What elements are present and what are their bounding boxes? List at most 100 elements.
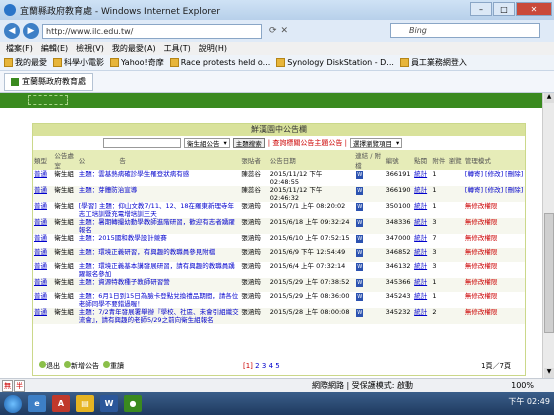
search-button[interactable]: 主題搜索	[232, 138, 265, 148]
menu-help[interactable]: 說明(H)	[199, 43, 227, 54]
minimize-button[interactable]: –	[470, 2, 492, 16]
row-type[interactable]: 普通	[33, 202, 53, 218]
ime-indicator[interactable]: 無半	[2, 380, 25, 392]
search-input[interactable]: Bing	[390, 23, 540, 38]
row-type[interactable]: 普通	[33, 278, 54, 292]
page-link[interactable]: 5	[275, 362, 279, 370]
row-type[interactable]: 普通	[33, 186, 54, 202]
row-attachments[interactable]: W	[354, 170, 384, 186]
row-attachments[interactable]: W	[354, 278, 385, 292]
scroll-thumb[interactable]	[544, 213, 554, 333]
query-links[interactable]: | 查詢標關公告主題公告 |	[268, 138, 347, 148]
page-link[interactable]: 4	[269, 362, 273, 370]
menu-favorites[interactable]: 我的最愛(A)	[112, 43, 156, 54]
row-subject[interactable]: 主題：暑期轉撮幼動學教師進階研習，歡迎有志者踴躍報名	[77, 218, 241, 234]
row-stat[interactable]: 統計	[413, 248, 432, 262]
row-type[interactable]: 普通	[33, 292, 53, 308]
zoom-level[interactable]: 100%	[511, 381, 534, 390]
row-mgmt[interactable]: 無修改權限	[463, 248, 525, 262]
row-subject[interactable]: 主題：7/2青年發展署舉辦『學校、社區、未會引組織交流會』，請有興趣的老師5/2…	[77, 308, 241, 324]
tab-active[interactable]: 宜蘭縣政府教育處	[4, 72, 93, 91]
row-type[interactable]: 普通	[33, 218, 54, 234]
row-mgmt[interactable]: 無修改權限	[463, 218, 525, 234]
row-date: 2015/7/1 上午 08:20:02	[269, 202, 346, 210]
back-button[interactable]: ◀	[4, 23, 20, 39]
row-mgmt[interactable]: [轉寄] [修改] [刪除]	[463, 186, 525, 202]
row-type[interactable]: 普通	[33, 170, 53, 186]
row-stat[interactable]: 統計	[413, 262, 431, 278]
menu-view[interactable]: 檢視(V)	[76, 43, 104, 54]
row-type[interactable]: 普通	[33, 248, 54, 262]
new-post-link[interactable]: 新增公告	[64, 361, 99, 371]
row-type[interactable]: 普通	[33, 308, 54, 324]
row-subject[interactable]: 主題：環境正義基本講發展研習，請有興趣的教職員踴躍報名參加	[78, 262, 241, 278]
fav-item[interactable]: 科學小電影	[53, 57, 104, 68]
forward-button[interactable]: ▶	[23, 23, 39, 39]
row-stat[interactable]: 統計	[413, 202, 431, 218]
row-subject[interactable]: 主題：資源特教種子教師研習營	[77, 278, 241, 292]
row-attachments[interactable]: W	[354, 218, 385, 234]
acrobat-taskbar-icon[interactable]: A	[52, 395, 70, 412]
ie-taskbar-icon[interactable]: e	[28, 395, 46, 412]
exit-link[interactable]: 退出	[39, 361, 60, 371]
row-stat[interactable]: 統計	[413, 218, 432, 234]
row-attachments[interactable]: W	[354, 308, 385, 324]
row-stat[interactable]: 統計	[413, 292, 431, 308]
word-taskbar-icon[interactable]: W	[100, 395, 118, 412]
row-subject[interactable]: 主題：2015國和教學設計競賽	[78, 234, 241, 248]
page-link[interactable]: [1]	[243, 362, 253, 370]
page-link[interactable]: 3	[262, 362, 266, 370]
row-subject[interactable]: [學習] 主題：仰山文教7/11、12、18在羅東新理寺年志工培訓暨充電增培訓三…	[78, 202, 241, 218]
row-mgmt[interactable]: [轉寄] [修改] [刪除]	[464, 170, 525, 186]
row-mgmt[interactable]: 無修改權限	[463, 278, 525, 292]
clock[interactable]: 下午 02:49	[508, 396, 550, 407]
row-stat[interactable]: 統計	[413, 278, 432, 292]
scroll-down-button[interactable]: ▼	[544, 368, 554, 378]
row-mgmt[interactable]: 無修改權限	[464, 262, 525, 278]
row-attachments[interactable]: W	[354, 234, 384, 248]
row-date: 2015/6/4 上午 07:32:14	[269, 262, 346, 270]
row-attachments[interactable]: W	[354, 292, 384, 308]
row-subject[interactable]: 主題：芽體防治宣導	[77, 186, 241, 202]
row-type[interactable]: 普通	[33, 262, 53, 278]
fav-item[interactable]: Race protests held o...	[169, 58, 270, 67]
row-mgmt[interactable]: 無修改權限	[464, 292, 525, 308]
row-attachments[interactable]: W	[354, 248, 385, 262]
fav-item[interactable]: Yahoo!奇摩	[110, 57, 164, 68]
row-subject[interactable]: 主題：6月1日到15日為臉卡登點兌換禮品期間，請各位老師同學不要錯過喔！	[78, 292, 241, 308]
page-link[interactable]: 2	[255, 362, 259, 370]
browse-select[interactable]: 選擇瀏覽項目 ▾	[349, 138, 403, 148]
menu-tools[interactable]: 工具(T)	[164, 43, 191, 54]
row-attachments[interactable]: W	[354, 186, 385, 202]
row-attachments[interactable]: W	[354, 262, 384, 278]
row-type[interactable]: 普通	[33, 234, 53, 248]
row-mgmt[interactable]: 無修改權限	[464, 202, 525, 218]
office-select[interactable]: 衛生組公告 ▾	[184, 138, 230, 148]
row-stat[interactable]: 統計	[413, 234, 431, 248]
row-stat[interactable]: 統計	[413, 308, 432, 324]
close-button[interactable]: ✕	[516, 2, 552, 16]
scrollbar[interactable]: ▲ ▼	[542, 93, 554, 378]
menu-edit[interactable]: 編輯(E)	[41, 43, 68, 54]
row-stat[interactable]: 統計	[413, 186, 432, 202]
refresh-icon[interactable]: ⟳	[269, 26, 277, 36]
fav-item[interactable]: Synology DiskStation - D...	[276, 58, 394, 67]
menu-file[interactable]: 檔案(F)	[6, 43, 33, 54]
row-attachments[interactable]: W	[354, 202, 384, 218]
reload-link[interactable]: 重讀	[103, 361, 124, 371]
keyword-input[interactable]	[103, 138, 181, 148]
url-input[interactable]: http://www.ilc.edu.tw/	[42, 23, 262, 39]
row-mgmt[interactable]: 無修改權限	[464, 234, 525, 248]
maximize-button[interactable]: □	[493, 2, 515, 16]
row-mgmt[interactable]: 無修改權限	[463, 308, 525, 324]
row-subject[interactable]: 主題：環境正義研習，有興趣的教職員參見附檔	[77, 248, 241, 262]
folder-taskbar-icon[interactable]: ▤	[76, 395, 94, 412]
stop-icon[interactable]: ✕	[281, 26, 289, 36]
fav-item[interactable]: 我的最愛	[4, 57, 47, 68]
row-subject[interactable]: 主題：雲基熱病確診學生罹登狀病有感	[78, 170, 241, 186]
row-stat[interactable]: 統計	[413, 170, 431, 186]
start-button[interactable]	[4, 394, 22, 413]
scroll-up-button[interactable]: ▲	[544, 93, 554, 103]
fav-item[interactable]: 員工業務網登入	[399, 57, 467, 68]
chrome-taskbar-icon[interactable]: ●	[124, 395, 142, 412]
